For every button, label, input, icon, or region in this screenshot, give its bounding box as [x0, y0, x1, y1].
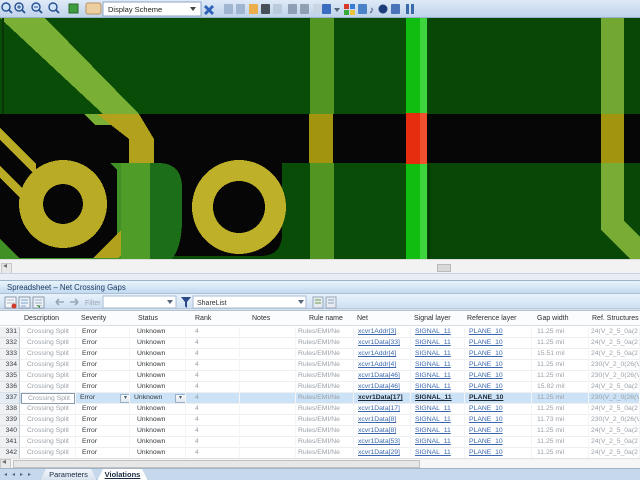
- svg-text:ShareList: ShareList: [197, 300, 227, 307]
- svg-text:♪: ♪: [369, 5, 374, 16]
- svg-text:Filter: Filter: [85, 300, 101, 307]
- svg-text:Display Scheme: Display Scheme: [108, 5, 162, 14]
